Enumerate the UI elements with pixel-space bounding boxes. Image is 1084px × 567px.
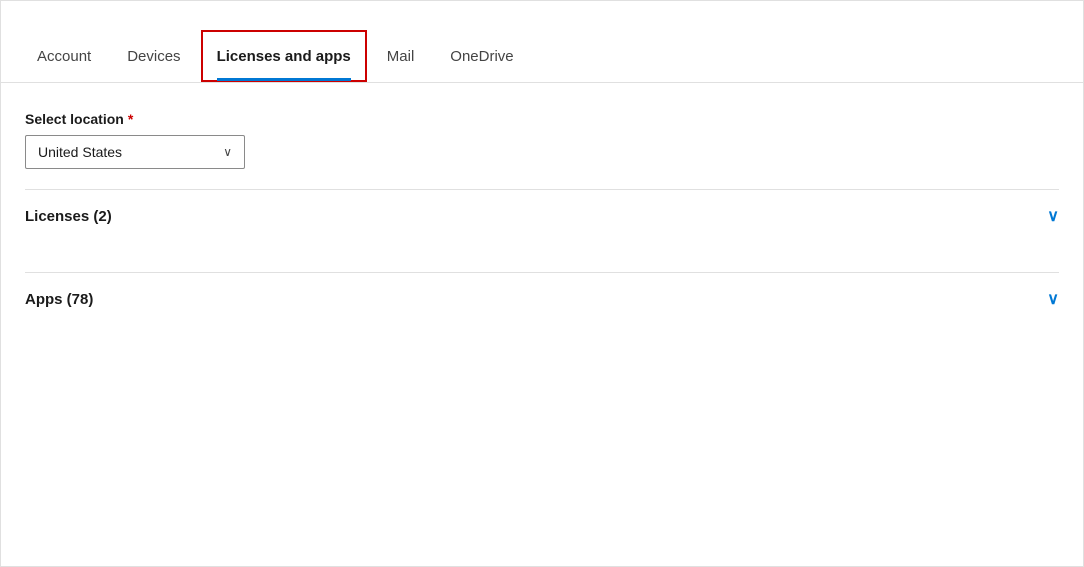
tab-onedrive[interactable]: OneDrive xyxy=(434,30,529,82)
tab-mail[interactable]: Mail xyxy=(371,30,431,82)
tab-licenses-and-apps[interactable]: Licenses and apps xyxy=(201,30,367,82)
dropdown-chevron-icon: ∨ xyxy=(223,145,232,159)
licenses-section-row[interactable]: Licenses (2) ∨ xyxy=(25,189,1059,242)
apps-section-title: Apps (78) xyxy=(25,291,93,308)
location-dropdown[interactable]: United States ∨ xyxy=(25,135,245,169)
licenses-section-title: Licenses (2) xyxy=(25,208,112,225)
apps-chevron-icon: ∨ xyxy=(1047,289,1059,309)
location-selected-value: United States xyxy=(38,144,122,160)
main-content: Select location * United States ∨ Licens… xyxy=(1,83,1083,566)
location-field-label: Select location * xyxy=(25,111,1059,127)
licenses-chevron-icon: ∨ xyxy=(1047,206,1059,226)
tab-navigation: Account Devices Licenses and apps Mail O… xyxy=(1,1,1083,83)
page-container: Account Devices Licenses and apps Mail O… xyxy=(0,0,1084,567)
tab-account[interactable]: Account xyxy=(21,30,107,82)
apps-section-row[interactable]: Apps (78) ∨ xyxy=(25,272,1059,325)
location-field: Select location * United States ∨ xyxy=(25,111,1059,169)
required-indicator: * xyxy=(128,111,133,127)
tab-devices[interactable]: Devices xyxy=(111,30,196,82)
